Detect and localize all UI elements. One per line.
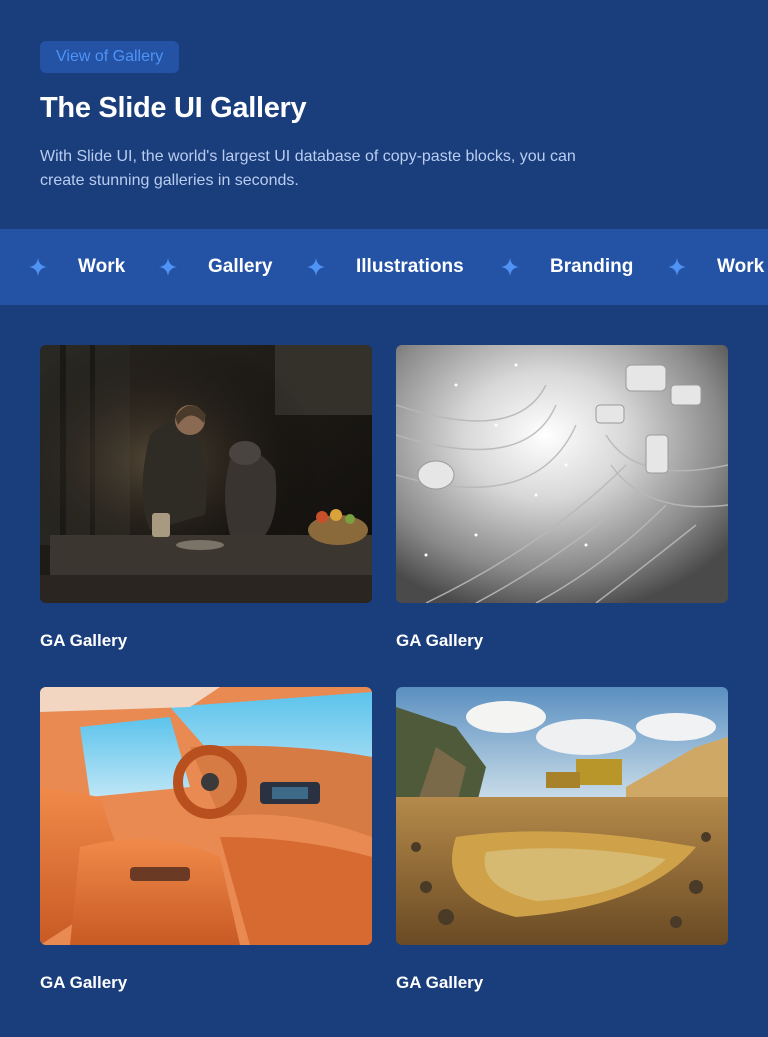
sparkle-icon bbox=[501, 258, 519, 276]
view-gallery-badge[interactable]: View of Gallery bbox=[40, 41, 180, 73]
page-title: The Slide UI Gallery bbox=[40, 92, 307, 124]
marquee-item-work[interactable]: Work bbox=[78, 229, 125, 305]
marquee-item-work[interactable]: Work bbox=[717, 229, 764, 305]
card-title: GA Gallery bbox=[40, 973, 128, 992]
sparkle-icon bbox=[307, 258, 325, 276]
man-with-dog-photo[interactable] bbox=[40, 345, 372, 603]
gallery-card[interactable]: GA Gallery bbox=[396, 687, 728, 995]
marquee-item-illustrations[interactable]: Illustrations bbox=[356, 229, 464, 305]
card-title: GA Gallery bbox=[396, 631, 484, 650]
gallery-card[interactable]: GA Gallery bbox=[40, 687, 372, 995]
gallery-card[interactable]: GA Gallery bbox=[40, 345, 372, 653]
hero-section: View of Gallery The Slide UI Gallery Wit… bbox=[0, 0, 768, 229]
sparkle-icon bbox=[29, 258, 47, 276]
sparkle-icon bbox=[668, 258, 686, 276]
gallery-card[interactable]: GA Gallery bbox=[396, 345, 728, 653]
marquee-item-branding[interactable]: Branding bbox=[550, 229, 633, 305]
sparkle-icon bbox=[159, 258, 177, 276]
page-subtitle: With Slide UI, the world's largest UI da… bbox=[40, 148, 576, 189]
quarry-landscape-photo[interactable] bbox=[396, 687, 728, 945]
abstract-tech-tunnel-photo[interactable] bbox=[396, 345, 728, 603]
category-marquee: Work Gallery Illustrations Branding Work bbox=[0, 229, 768, 305]
gallery-page: View of Gallery The Slide UI Gallery Wit… bbox=[0, 0, 768, 1037]
marquee-item-gallery[interactable]: Gallery bbox=[208, 229, 272, 305]
car-interior-photo[interactable] bbox=[40, 687, 372, 945]
card-title: GA Gallery bbox=[40, 631, 128, 650]
card-title: GA Gallery bbox=[396, 973, 484, 992]
